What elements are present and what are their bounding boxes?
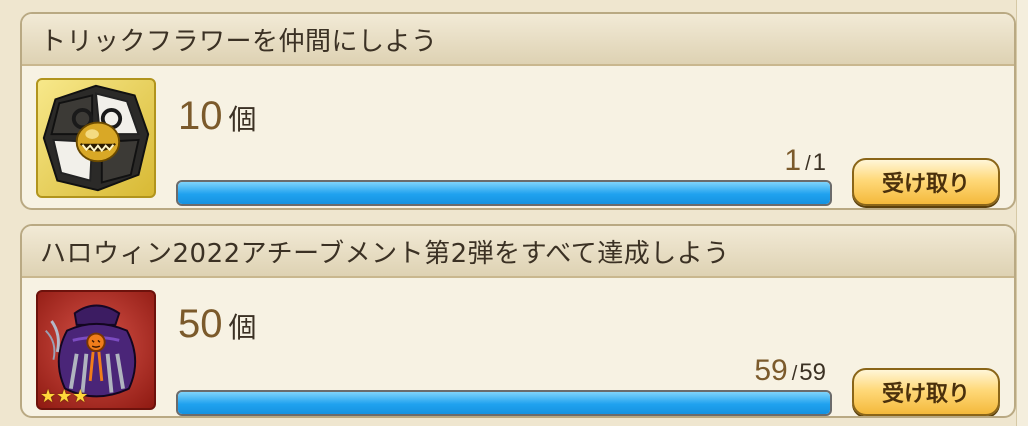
reward-unit: 個 <box>228 104 257 135</box>
progress-bar <box>176 390 832 416</box>
mission-title: トリックフラワーを仲間にしよう <box>40 26 438 57</box>
scrollbar-track[interactable] <box>1016 0 1028 426</box>
progress-counter: 1/1 <box>784 144 826 178</box>
progress-current: 59 <box>754 354 788 387</box>
reward-amount: 50 個 <box>178 302 257 347</box>
mission-header: ハロウィン2022アチーブメント第2弾をすべて達成しよう <box>22 226 1014 278</box>
progress-bar <box>176 180 832 206</box>
rarity-stars: ★ ★ ★ <box>40 388 88 406</box>
progress-fill <box>178 392 830 414</box>
claim-button[interactable]: 受け取り <box>852 368 1000 416</box>
achievement-list: トリックフラワーを仲間にしよう 10 個 1 /1 受け取り ハロウィン2022… <box>0 0 1028 426</box>
star-icon: ★ <box>56 386 73 407</box>
claim-button[interactable]: 受け取り <box>852 158 1000 206</box>
mission-card: トリックフラワーを仲間にしよう 10 個 1 /1 受け取り <box>20 12 1016 210</box>
mission-card: ハロウィン2022アチーブメント第2弾をすべて達成しよう ★ ★ ★ 50 個 … <box>20 224 1016 418</box>
reward-amount-value: 10 <box>178 94 223 138</box>
mission-body: 10 個 1/1 受け取り <box>22 66 1014 208</box>
progress-max: 59 <box>799 359 826 386</box>
progress-separator: / <box>791 363 798 385</box>
mission-header: トリックフラワーを仲間にしよう <box>22 14 1014 66</box>
trick-flower-monster-icon <box>36 78 156 198</box>
progress-counter: 59/59 <box>754 354 826 388</box>
progress-fill <box>178 182 830 204</box>
mission-title: ハロウィン2022アチーブメント第2弾をすべて達成しよう <box>40 238 730 269</box>
reward-unit: 個 <box>228 312 257 343</box>
star-icon: ★ <box>72 386 89 407</box>
progress-separator: / <box>805 153 811 175</box>
reward-amount: 10 個 <box>178 94 257 139</box>
progress-current: 1 <box>784 144 802 177</box>
star-icon: ★ <box>40 386 57 407</box>
reward-amount-value: 50 <box>178 302 223 346</box>
mission-body: ★ ★ ★ 50 個 59/59 受け取り <box>22 278 1014 416</box>
progress-max: 1 <box>812 149 826 176</box>
halloween-pumpkin-bag-icon: ★ ★ ★ <box>36 290 156 410</box>
